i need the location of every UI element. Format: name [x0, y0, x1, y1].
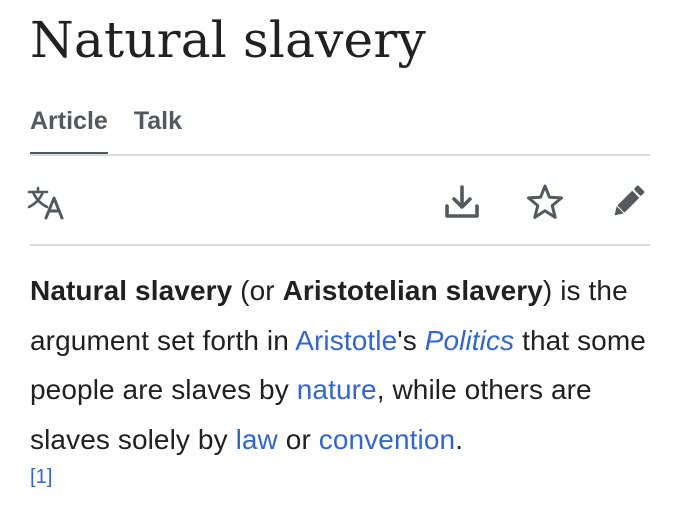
page-actions-toolbar — [27, 174, 650, 234]
download-icon — [445, 185, 479, 218]
link-aristotle[interactable]: Aristotle — [295, 325, 397, 356]
star-icon — [527, 184, 563, 219]
link-convention[interactable]: convention — [319, 424, 455, 455]
text-span: 's — [397, 324, 425, 356]
link-law[interactable]: law — [236, 424, 278, 455]
citation-link[interactable]: [1] — [30, 462, 660, 492]
text-span: or — [277, 423, 319, 455]
toolbar-divider — [30, 244, 650, 246]
tab-talk[interactable]: Talk — [134, 104, 182, 156]
download-button[interactable] — [440, 180, 484, 224]
text-span: . — [455, 423, 464, 455]
translate-icon — [27, 186, 64, 220]
link-politics-text: Politics — [424, 324, 515, 356]
link-politics[interactable]: Politics — [425, 325, 515, 356]
watch-button[interactable] — [523, 180, 567, 224]
language-button[interactable] — [24, 180, 68, 224]
bold-term-natural-slavery: Natural slavery — [30, 275, 233, 306]
tab-article[interactable]: Article — [30, 104, 108, 156]
text-span: (or — [232, 275, 283, 306]
article-lead-paragraph: Natural slavery (or Aristotelian slavery… — [30, 266, 660, 492]
edit-button[interactable] — [606, 180, 650, 224]
page-title: Natural slavery — [30, 11, 426, 69]
tab-bar: Article Talk — [30, 104, 182, 156]
pencil-icon — [614, 185, 645, 216]
bold-term-aristotelian-slavery: Aristotelian slavery — [282, 275, 543, 306]
tab-divider — [30, 154, 650, 156]
link-nature[interactable]: nature — [297, 374, 377, 405]
